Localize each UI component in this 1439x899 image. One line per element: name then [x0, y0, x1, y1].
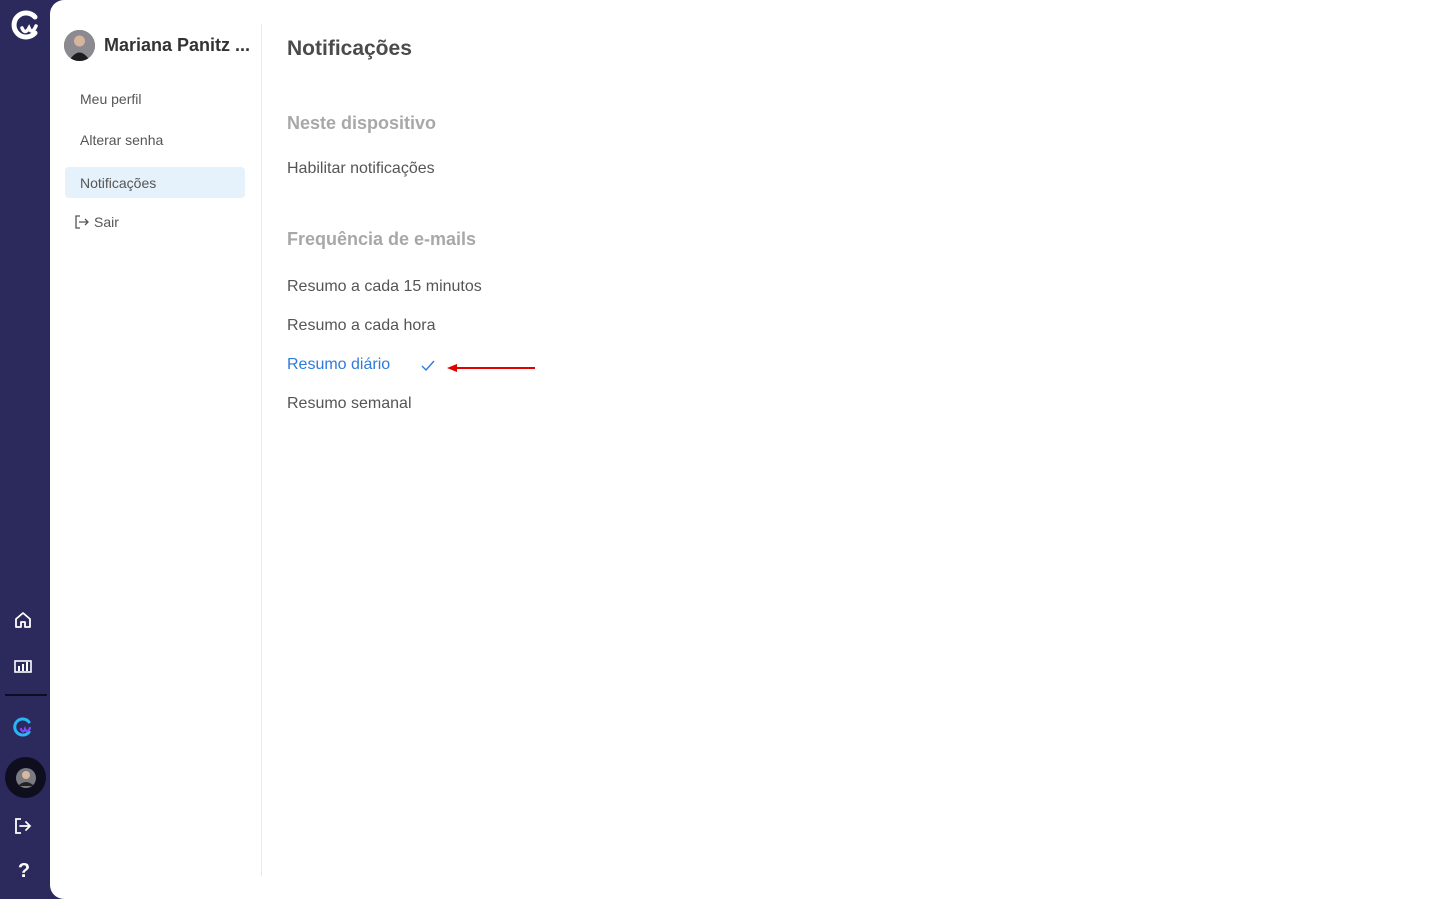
user-header: Mariana Panitz ...	[64, 29, 254, 61]
option-weekly[interactable]: Resumo semanal	[287, 395, 412, 413]
app-rail: ?	[0, 0, 50, 899]
avatar	[64, 29, 95, 61]
annotation-arrow-icon	[445, 361, 537, 380]
main-panel: Mariana Panitz ... Meu perfil Alterar se…	[50, 0, 1439, 899]
option-15-minutes[interactable]: Resumo a cada 15 minutos	[287, 278, 482, 296]
sidebar-item-label: Notificações	[80, 174, 157, 191]
sidebar-item-alterar-senha[interactable]: Alterar senha	[65, 124, 245, 155]
logout-icon	[74, 214, 90, 230]
option-daily[interactable]: Resumo diário	[287, 356, 390, 374]
home-icon[interactable]	[9, 606, 37, 634]
user-name: Mariana Panitz ...	[104, 34, 251, 55]
brand-icon[interactable]	[9, 713, 37, 741]
sidebar-item-label: Sair	[94, 213, 119, 230]
avatar[interactable]	[5, 757, 46, 798]
email-frequency-heading: Frequência de e-mails	[287, 229, 477, 249]
profile-sidebar: Mariana Panitz ... Meu perfil Alterar se…	[50, 24, 262, 876]
option-hourly[interactable]: Resumo a cada hora	[287, 317, 436, 335]
enable-notifications-option[interactable]: Habilitar notificações	[287, 160, 435, 178]
rail-divider	[5, 694, 47, 696]
sidebar-item-sair[interactable]: Sair	[65, 206, 245, 237]
sidebar-item-meu-perfil[interactable]: Meu perfil	[65, 83, 245, 114]
reports-icon[interactable]	[9, 652, 37, 680]
check-icon	[420, 359, 436, 378]
page-title: Notificações	[287, 37, 412, 60]
sidebar-item-label: Alterar senha	[80, 131, 164, 148]
help-icon[interactable]: ?	[14, 860, 34, 884]
device-section-heading: Neste dispositivo	[287, 113, 437, 133]
app-logo-icon[interactable]	[8, 8, 42, 42]
sidebar-item-label: Meu perfil	[80, 90, 142, 107]
sidebar-item-notificacoes[interactable]: Notificações	[65, 167, 245, 198]
logout-icon[interactable]	[9, 812, 37, 840]
